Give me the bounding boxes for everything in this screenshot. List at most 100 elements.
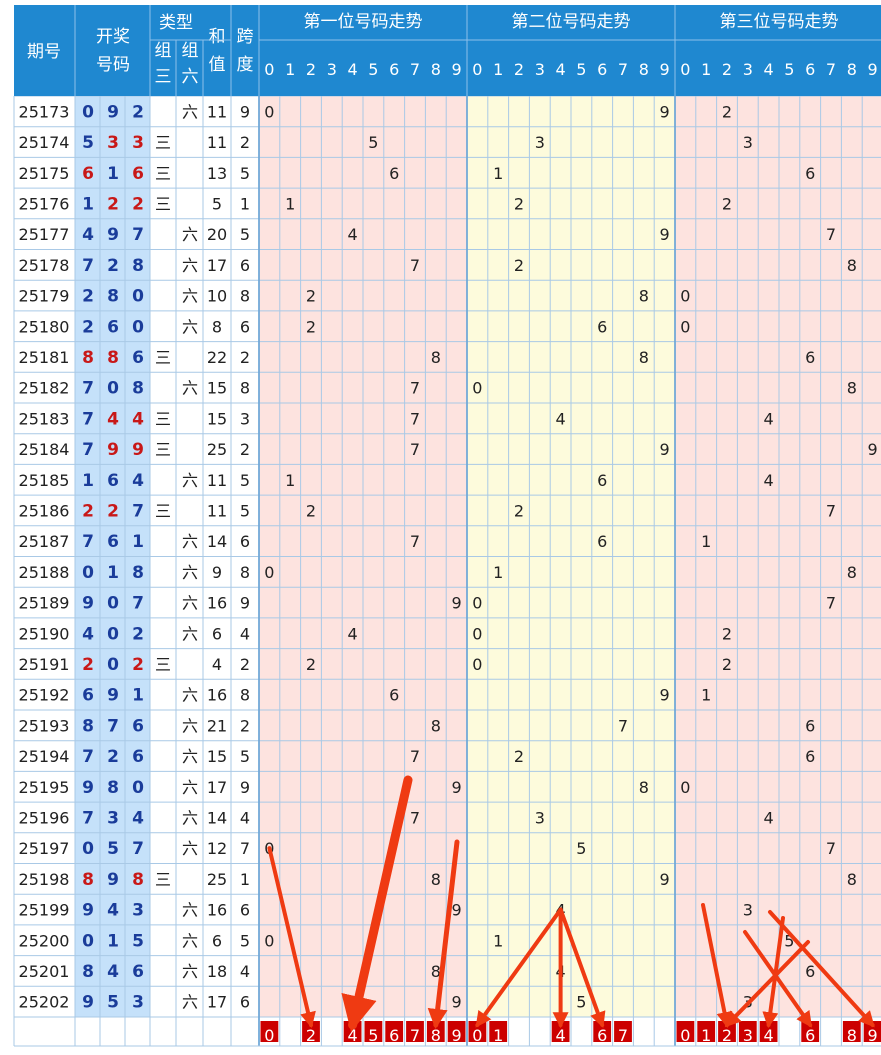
pos1-trend-mark: 7 <box>410 532 420 551</box>
pos2-trend-mark: 0 <box>472 655 482 674</box>
period-cell: 25199 <box>19 901 70 920</box>
selected-digit-label: 4 <box>764 1026 774 1045</box>
pos3-digit-header: 6 <box>805 60 815 79</box>
sum-cell: 25 <box>207 870 227 889</box>
selected-digit-label: 0 <box>264 1026 274 1045</box>
span-cell: 6 <box>240 993 250 1012</box>
period-cell: 25176 <box>19 194 70 213</box>
group-type-mark: 六 <box>182 379 198 398</box>
draw-number-digit: 0 <box>132 778 144 798</box>
group-type-mark: 六 <box>182 471 198 490</box>
pos3-digit-header: 2 <box>722 60 732 79</box>
pos3-trend-mark: 8 <box>847 870 857 889</box>
selected-digit-label: 6 <box>389 1026 399 1045</box>
pos2-trend-mark: 0 <box>472 594 482 613</box>
draw-number-digit: 3 <box>107 808 119 828</box>
span-cell: 5 <box>240 164 250 183</box>
pos3-digit-header: 8 <box>847 60 857 79</box>
draw-number-digit: 8 <box>107 778 119 798</box>
pos3-trend-mark: 3 <box>743 901 753 920</box>
group-type-mark: 六 <box>182 931 198 950</box>
sum-cell: 17 <box>207 778 227 797</box>
pos1-digit-header: 3 <box>327 60 337 79</box>
pos3-trend-mark: 8 <box>847 563 857 582</box>
span-cell: 6 <box>240 317 250 336</box>
span-cell: 9 <box>240 102 250 121</box>
span-cell: 6 <box>240 256 250 275</box>
draw-number-digit: 9 <box>107 870 119 890</box>
pos2-trend-mark: 3 <box>535 808 545 827</box>
pos1-trend-mark: 2 <box>306 501 316 520</box>
draw-number-digit: 9 <box>82 778 94 798</box>
pos2-trend-mark: 8 <box>639 348 649 367</box>
pos2-digit-header: 6 <box>597 60 607 79</box>
draw-number-digit: 7 <box>132 594 144 614</box>
pos2-trend-mark: 5 <box>576 839 586 858</box>
span-cell: 8 <box>240 287 250 306</box>
pos2-trend-mark: 2 <box>514 194 524 213</box>
draw-number-digit: 9 <box>107 225 119 245</box>
period-cell: 25183 <box>19 409 70 428</box>
sum-cell: 21 <box>207 716 227 735</box>
pos2-digit-header: 5 <box>576 60 586 79</box>
span-cell: 6 <box>240 532 250 551</box>
pos1-trend-mark: 8 <box>431 870 441 889</box>
selected-digit-label: 8 <box>431 1026 441 1045</box>
draw-number-digit: 8 <box>82 962 94 982</box>
period-cell: 25173 <box>19 102 70 121</box>
draw-number-digit: 2 <box>82 655 94 675</box>
period-cell: 25196 <box>19 808 70 827</box>
draw-number-digit: 1 <box>107 931 119 951</box>
pos3-trend-mark: 2 <box>722 102 732 121</box>
period-cell: 25195 <box>19 778 70 797</box>
group-type-mark: 三 <box>155 655 171 674</box>
pos1-trend-mark: 4 <box>348 624 358 643</box>
draw-number-digit: 9 <box>107 440 119 460</box>
pos1-digit-header: 6 <box>389 60 399 79</box>
draw-number-digit: 0 <box>82 931 94 951</box>
draw-number-digit: 6 <box>132 962 144 982</box>
span-cell: 4 <box>240 808 250 827</box>
period-cell: 25180 <box>19 317 70 336</box>
period-cell: 25187 <box>19 532 70 551</box>
group-type-mark: 六 <box>182 747 198 766</box>
sum-cell: 15 <box>207 379 227 398</box>
sum-cell: 17 <box>207 256 227 275</box>
group-type-mark: 三 <box>155 194 171 213</box>
pos2-digit-header: 1 <box>493 60 503 79</box>
draw-number-digit: 7 <box>82 747 94 767</box>
pos1-trend-mark: 2 <box>306 287 316 306</box>
draw-number-digit: 4 <box>107 962 119 982</box>
group-type-mark: 六 <box>182 317 198 336</box>
pos3-trend-mark: 4 <box>764 808 774 827</box>
span-cell: 5 <box>240 747 250 766</box>
span-cell: 2 <box>240 133 250 152</box>
pos2-trend-mark: 6 <box>597 532 607 551</box>
period-cell: 25192 <box>19 686 70 705</box>
pos2-trend-mark: 2 <box>514 256 524 275</box>
selected-digit-label: 1 <box>701 1026 711 1045</box>
group3-header-line2: 三 <box>155 67 172 87</box>
draw-number-digit: 0 <box>82 839 94 859</box>
pos2-trend-mark: 6 <box>597 471 607 490</box>
draw-number-digit: 9 <box>82 901 94 921</box>
selected-digit-label: 7 <box>618 1026 628 1045</box>
draw-number-digit: 1 <box>132 686 144 706</box>
pos1-trend-mark: 8 <box>431 716 441 735</box>
draw-number-digit: 8 <box>107 348 119 368</box>
draw-header-line2: 号码 <box>96 55 130 75</box>
type-header: 类型 <box>159 13 193 33</box>
sum-cell: 11 <box>207 102 227 121</box>
trend-table: 期号 开奖 号码 类型 组 三 组 六 和 值 跨 度 第一位号码走势 第二位号… <box>13 5 881 1047</box>
draw-number-digit: 1 <box>107 563 119 583</box>
pos3-trend-mark: 3 <box>743 133 753 152</box>
pos2-trend-mark: 1 <box>493 164 503 183</box>
span-cell: 4 <box>240 962 250 981</box>
period-cell: 25175 <box>19 164 70 183</box>
sum-cell: 9 <box>212 563 222 582</box>
draw-number-digit: 9 <box>82 993 94 1013</box>
span-cell: 1 <box>240 194 250 213</box>
pos2-digit-header: 2 <box>514 60 524 79</box>
draw-number-digit: 4 <box>107 409 119 429</box>
draw-number-digit: 0 <box>132 287 144 307</box>
